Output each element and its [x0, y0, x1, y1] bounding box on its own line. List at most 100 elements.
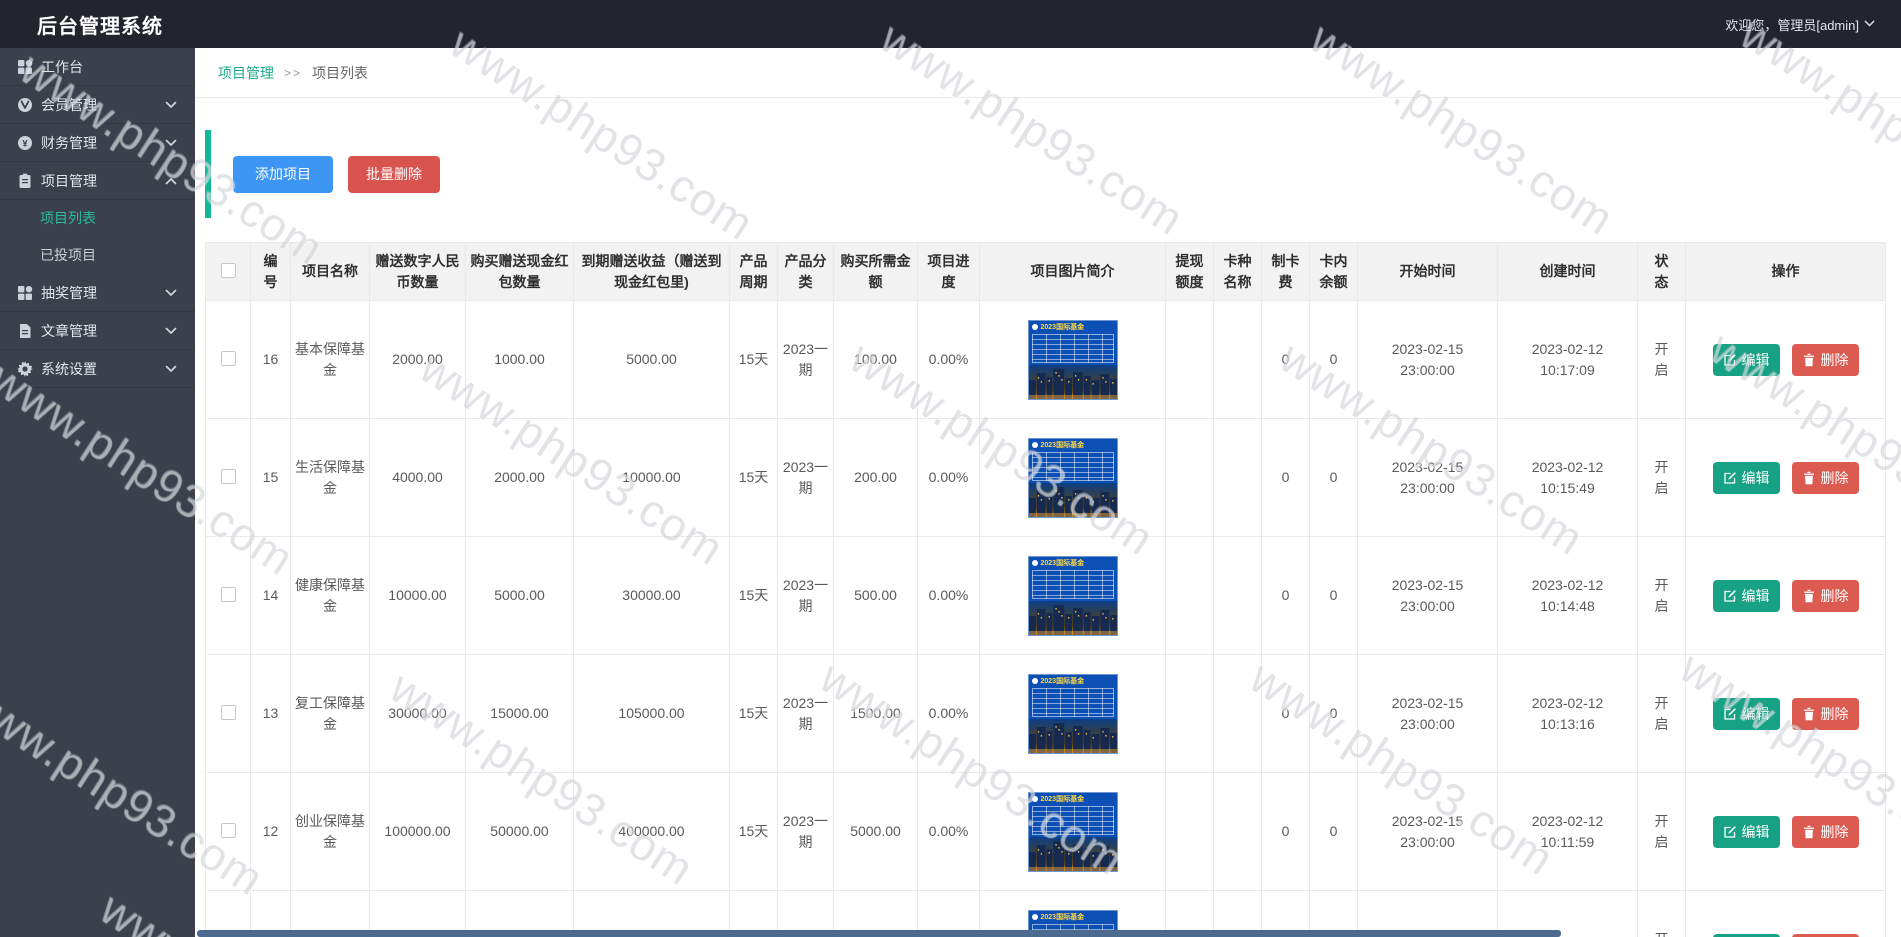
edit-icon [1723, 825, 1737, 839]
cell-value-status: 开启 [1654, 694, 1669, 732]
edit-button-label: 编辑 [1741, 705, 1770, 722]
trash-icon [1802, 471, 1816, 485]
cell-value-start_time: 2023-02-15 23:00:00 [1391, 576, 1464, 614]
table-header-row: 编号 项目名称 赠送数字人民币数量 购买赠送现金红包数量 到期赠送收益（赠送到现金红包里… [205, 242, 1886, 301]
cell-actions: 编辑 删除 [1685, 654, 1886, 773]
breadcrumb-current-page: 项目列表 [312, 64, 369, 81]
sidebar-item-member-management[interactable]: 会员管理 [0, 86, 195, 124]
cell-select [205, 654, 251, 773]
sidebar-submenu: 项目列表 已投项目 [0, 200, 195, 274]
cell-value-category: 2023一期 [782, 576, 829, 614]
edit-button[interactable]: 编辑 [1712, 579, 1780, 612]
col-header-digital_rmb: 赠送数字人民币数量 [369, 242, 466, 301]
cell-amount: 100.00 [833, 300, 918, 419]
user-welcome-text: 欢迎您，管理员[admin] [1725, 17, 1859, 33]
cell-value-amount: 500.00 [854, 587, 897, 603]
delete-button[interactable]: 删除 [1791, 815, 1859, 848]
cell-create_time: 2023-02-12 10:14:48 [1497, 536, 1638, 655]
breadcrumb-section-link[interactable]: 项目管理 [218, 63, 274, 83]
svg-text:¥: ¥ [22, 138, 28, 149]
sidebar-item-article-management[interactable]: 文章管理 [0, 312, 195, 350]
cell-value-card_balance: 0 [1329, 823, 1338, 839]
cell-actions: 编辑 删除 [1685, 300, 1886, 419]
cell-value-status: 开启 [1654, 340, 1669, 378]
delete-button[interactable]: 删除 [1791, 697, 1859, 730]
sidebar-item-label: 工作台 [41, 58, 83, 75]
sidebar-item-system-settings[interactable]: 系统设置 [0, 350, 195, 388]
content-area: 项目管理 >> 项目列表 添加项目 批量删除 编号 项目名称 赠送数字人民币数量 购买… [195, 48, 1901, 937]
poster-title: 2023国际基金 [1040, 914, 1085, 921]
sidebar-item-label: 会员管理 [41, 96, 97, 113]
table-row: 13 复工保障基金 30000.00 15000.00 105000.00 15天 2023… [205, 654, 1886, 773]
sidebar-item-workbench[interactable]: 工作台 [0, 48, 195, 86]
cell-name: 创业保障基金 [290, 772, 370, 891]
cell-value-status: 开启 [1654, 458, 1669, 496]
document-icon [17, 323, 33, 339]
col-header-label: 到期赠送收益（赠送到现金红包里) [581, 252, 722, 290]
sidebar-item-label: 抽奖管理 [41, 284, 97, 301]
row-checkbox[interactable] [220, 468, 236, 484]
cell-image: 2023国际基金 [979, 300, 1166, 419]
row-checkbox[interactable] [220, 704, 236, 720]
cell-name: 生活保障基金 [290, 418, 370, 537]
sidebar-item-label: 系统设置 [41, 360, 97, 377]
edit-button[interactable]: 编辑 [1712, 697, 1780, 730]
cell-value-name: 生活保障基金 [295, 458, 365, 496]
horizontal-scrollbar-thumb[interactable] [197, 930, 1561, 937]
edit-button-label: 编辑 [1741, 587, 1770, 604]
cell-withdraw_quota [1165, 418, 1214, 537]
cell-status: 开启 [1637, 536, 1686, 655]
cell-digital_rmb: 30000.00 [369, 654, 466, 773]
edit-button[interactable]: 编辑 [1712, 815, 1780, 848]
sidebar-item-lottery-management[interactable]: 抽奖管理 [0, 274, 195, 312]
cell-amount: 500.00 [833, 536, 918, 655]
user-menu[interactable]: 欢迎您，管理员[admin] [1725, 15, 1901, 34]
edit-button[interactable]: 编辑 [1712, 461, 1780, 494]
edit-button[interactable]: 编辑 [1712, 343, 1780, 376]
poster-logo-icon [1031, 560, 1038, 566]
cell-value-status: 开启 [1654, 929, 1670, 937]
chevron-up-icon [165, 177, 177, 185]
cell-status: 开启 [1637, 772, 1686, 891]
row-checkbox[interactable] [220, 350, 236, 366]
delete-button[interactable]: 删除 [1791, 461, 1859, 494]
edit-button[interactable]: 编辑 [1712, 933, 1780, 937]
cell-cash_red_packet: 5000.00 [465, 536, 574, 655]
poster-title: 2023国际基金 [1040, 796, 1085, 803]
col-header-select [205, 242, 251, 301]
col-header-label: 状态 [1654, 252, 1669, 290]
cell-value-status: 开启 [1654, 576, 1669, 614]
cell-value-create_time: 2023-02-12 10:14:48 [1531, 576, 1604, 614]
cell-maturity_income: 400000.00 [573, 772, 730, 891]
delete-button[interactable]: 删除 [1791, 343, 1859, 376]
delete-button[interactable]: 删除 [1791, 933, 1859, 937]
toolbar: 添加项目 批量删除 [195, 130, 1901, 218]
row-checkbox[interactable] [220, 822, 236, 838]
cell-card_name [1213, 654, 1262, 773]
edit-button-label: 编辑 [1741, 469, 1770, 486]
sidebar-item-finance-management[interactable]: ¥ 财务管理 [0, 124, 195, 162]
select-all-checkbox[interactable] [220, 262, 236, 278]
cell-value-cash_red_packet: 15000.00 [490, 705, 549, 721]
cell-value-id: 13 [262, 705, 279, 721]
project-image-thumbnail: 2023国际基金 [1027, 319, 1118, 400]
cell-value-category: 2023一期 [782, 458, 829, 496]
poster-logo-icon [1031, 914, 1038, 920]
cell-value-category: 2023一期 [782, 694, 829, 732]
member-circle-icon [17, 97, 33, 113]
add-project-button[interactable]: 添加项目 [233, 155, 333, 193]
sidebar-subitem-project-list[interactable]: 项目列表 [0, 200, 195, 237]
sidebar-item-project-management[interactable]: 项目管理 [0, 162, 195, 200]
delete-button[interactable]: 删除 [1791, 579, 1859, 612]
cell-value-amount: 100.00 [854, 351, 897, 367]
cell-value-digital_rmb: 30000.00 [388, 705, 447, 721]
poster-logo-icon [1031, 442, 1038, 448]
sidebar-subitem-invested-projects[interactable]: 已投项目 [0, 237, 195, 274]
batch-delete-button[interactable]: 批量删除 [348, 155, 440, 193]
col-header-card_balance: 卡内余额 [1309, 242, 1358, 301]
col-header-label: 购买所需金额 [840, 252, 911, 290]
cell-value-card_fee: 0 [1281, 587, 1290, 603]
cell-value-create_time: 2023-02-12 10:15:49 [1531, 458, 1604, 496]
row-checkbox[interactable] [220, 586, 236, 602]
app-title: 后台管理系统 [37, 15, 163, 38]
